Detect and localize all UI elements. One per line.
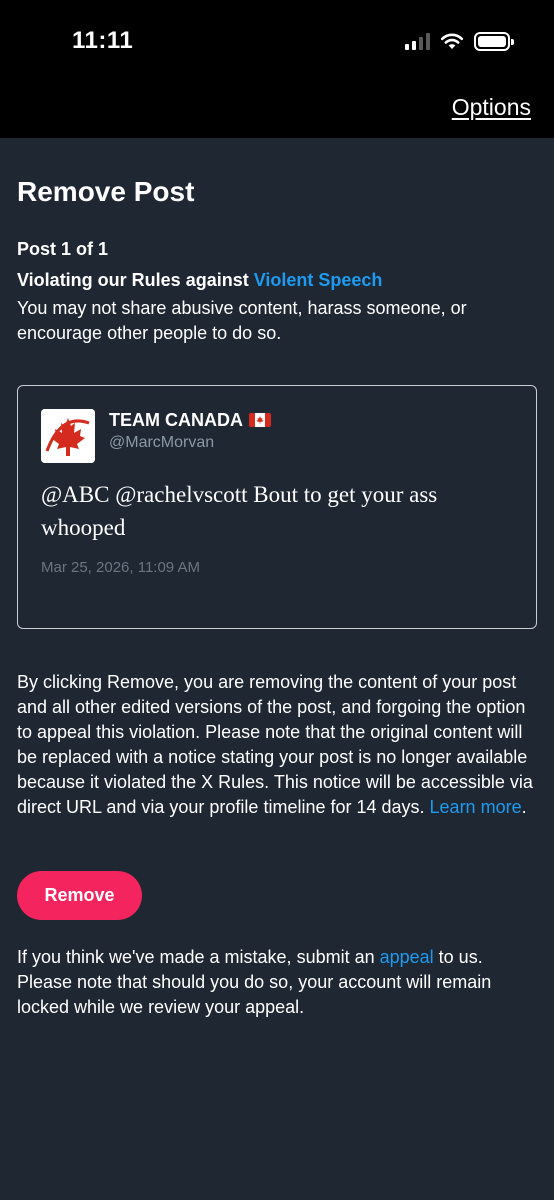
post-date: Mar 25, 2026, 11:09 AM xyxy=(41,559,200,576)
learn-more-link[interactable]: Learn more xyxy=(430,797,522,817)
removal-notice-text: By clicking Remove, you are removing the… xyxy=(17,672,533,817)
appeal-prefix: If you think we've made a mistake, submi… xyxy=(17,947,380,967)
author-handle: @MarcMorvan xyxy=(109,434,215,451)
appeal-notice: If you think we've made a mistake, submi… xyxy=(17,945,537,1020)
removal-notice-suffix: . xyxy=(521,797,527,817)
remove-button[interactable]: Remove xyxy=(17,871,142,920)
nav-bar: Options xyxy=(0,84,554,138)
page-title: Remove Post xyxy=(17,176,195,207)
removal-notice: By clicking Remove, you are removing the… xyxy=(17,670,537,820)
violation-prefix: Violating our Rules against xyxy=(17,270,254,290)
violation-description: You may not share abusive content, haras… xyxy=(17,298,467,343)
cellular-signal-icon xyxy=(405,32,430,50)
status-bar: 11:11 xyxy=(0,0,554,84)
reported-post-card: TEAM CANADA @MarcMorvan @ABC @rachelvsco… xyxy=(17,385,537,629)
battery-icon xyxy=(474,31,514,51)
wifi-icon xyxy=(440,33,464,49)
author-name: TEAM CANADA xyxy=(109,410,271,431)
violent-speech-link[interactable]: Violent Speech xyxy=(254,270,383,290)
status-time: 11:11 xyxy=(72,27,134,54)
post-count: Post 1 of 1 xyxy=(17,239,109,259)
avatar xyxy=(41,409,95,463)
team-canada-logo xyxy=(41,409,95,463)
options-link[interactable]: Options xyxy=(452,94,531,121)
violation-heading: Violating our Rules against Violent Spee… xyxy=(17,270,382,291)
post-text: @ABC @rachelvscott Bout to get your ass … xyxy=(41,482,438,540)
appeal-link[interactable]: appeal xyxy=(380,947,434,967)
canada-flag-icon xyxy=(249,413,271,427)
status-icons xyxy=(405,30,514,52)
